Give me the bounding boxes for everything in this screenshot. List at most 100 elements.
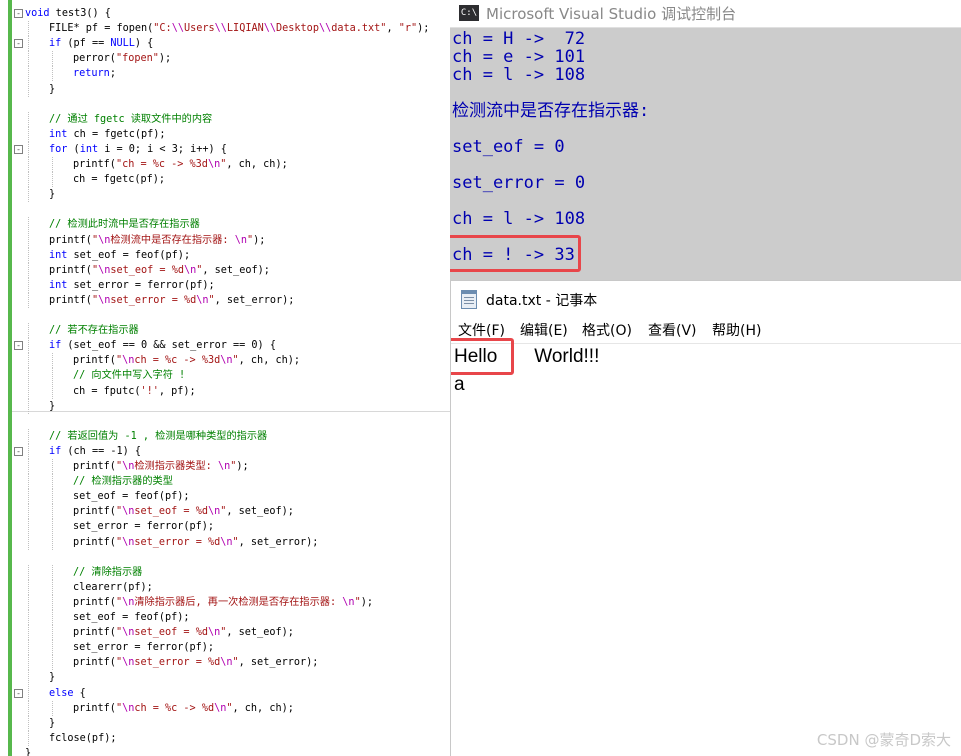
code-token: set_error = %d <box>110 294 197 306</box>
code-token: int <box>49 279 68 291</box>
code-token: printf( <box>49 264 92 276</box>
code-token: } <box>49 717 56 729</box>
console-titlebar: C:\ Microsoft Visual Studio 调试控制台 <box>450 0 961 28</box>
fold-toggle-icon[interactable]: - <box>14 9 23 18</box>
indent-guide <box>28 655 29 671</box>
notepad-title: data.txt - 记事本 <box>486 293 598 309</box>
code-line: printf("\nch = %c -> %3d\n", ch, ch); <box>0 353 450 369</box>
notepad-text-area[interactable]: Hello World!!! a <box>451 345 961 756</box>
code-token: \n <box>234 234 247 246</box>
fold-toggle-icon[interactable]: - <box>14 144 23 154</box>
code-text: printf("ch = %c -> %3d\n", ch, ch); <box>73 157 288 172</box>
code-editor[interactable]: - void test3() {FILE* pf = fopen("C:\\Use… <box>0 0 450 756</box>
indent-guide <box>28 428 29 444</box>
indent-guide <box>28 141 29 157</box>
fold-toggle-icon[interactable]: - <box>14 446 23 456</box>
code-token: i = 0; i < 3; i++) { <box>98 143 227 155</box>
indent-guide <box>52 489 53 505</box>
console-title: Microsoft Visual Studio 调试控制台 <box>486 5 737 23</box>
indent-guide <box>28 232 29 248</box>
code-token: 检测流中是否存在指示器: <box>110 234 235 246</box>
code-line: ch = fgetc(pf); <box>0 172 450 188</box>
code-token: if <box>49 38 62 50</box>
code-token: "fopen" <box>115 53 159 65</box>
menu-edit[interactable]: 编辑(E) <box>520 320 568 342</box>
code-text: // 检测此时流中是否存在指示器 <box>49 217 200 232</box>
indent-guide <box>52 625 53 641</box>
indent-guide <box>28 398 29 414</box>
fold-toggle-icon[interactable]: - <box>14 688 23 698</box>
code-token: printf( <box>73 536 116 548</box>
code-token: // 检测指示器的类型 <box>73 476 173 488</box>
code-text: printf("\nset_eof = %d\n", set_eof); <box>73 625 294 640</box>
indent-guide <box>28 610 29 625</box>
code-token: printf( <box>73 627 116 639</box>
indent-guide <box>28 383 29 399</box>
code-text: // 清除指示器 <box>73 565 142 580</box>
code-text: printf("\n检测指示器类型: \n"); <box>73 459 249 474</box>
code-token: "C: <box>153 23 172 35</box>
indent-guide <box>52 594 53 610</box>
menu-help[interactable]: 帮助(H) <box>712 320 761 342</box>
indent-guide <box>28 126 29 142</box>
code-token: printf( <box>73 596 116 608</box>
code-line: set_error = ferror(pf); <box>0 519 450 535</box>
code-token: \n <box>183 264 197 276</box>
highlight-console-result <box>450 235 581 272</box>
code-line: ch = fputc('!', pf); <box>0 383 450 399</box>
code-token: \n <box>122 506 135 518</box>
code-token: \n <box>220 536 233 548</box>
code-token: int <box>49 249 68 261</box>
fold-toggle-icon[interactable]: - <box>14 341 23 351</box>
code-token: \n <box>98 264 111 276</box>
code-token: \n <box>122 536 135 548</box>
code-token: for <box>49 143 68 155</box>
code-token: // 通过 fgetc 读取文件中的内容 <box>49 113 213 125</box>
code-token: \n <box>207 159 221 170</box>
code-token: , <box>386 23 399 35</box>
console-line: set_error = 0 <box>452 173 586 193</box>
fold-toggle-icon[interactable]: - <box>14 39 23 49</box>
notepad-icon <box>461 290 477 309</box>
indent-guide <box>52 368 53 384</box>
indent-guide <box>52 519 53 535</box>
code-token: int <box>79 143 99 155</box>
code-token: ); <box>360 596 373 608</box>
code-token: \\ <box>318 23 332 35</box>
indent-guide <box>28 700 29 716</box>
code-text: printf("\n清除指示器后, 再一次检测是否存在指示器: \n"); <box>73 595 373 610</box>
code-line: fclose(pf); <box>0 730 450 746</box>
code-token: 清除指示器后, 再一次检测是否存在指示器: <box>134 596 343 608</box>
code-line: // 向文件中写入字符 ! <box>0 368 450 384</box>
code-token: perror( <box>73 53 116 65</box>
indent-guide <box>28 111 29 127</box>
indent-guide <box>52 172 53 188</box>
code-token: Desktop <box>276 23 319 35</box>
indent-guide <box>28 579 29 595</box>
console-line: ch = e -> 101 <box>452 47 586 67</box>
code-token: \n <box>122 596 135 608</box>
code-line: set_eof = feof(pf); <box>0 489 450 505</box>
indent-guide <box>52 579 53 595</box>
menu-format[interactable]: 格式(O) <box>582 320 632 342</box>
code-line: - if (pf == NULL) { <box>0 36 450 52</box>
code-token: int <box>49 128 68 140</box>
code-token: LIQIAN <box>226 23 264 35</box>
code-text: return; <box>73 66 116 81</box>
indent-guide <box>28 368 29 384</box>
code-token: if <box>49 445 62 457</box>
code-token: ch = %c -> %3d <box>134 355 221 367</box>
code-token: // 若不存在指示器 <box>49 325 139 337</box>
menu-view[interactable]: 查看(V) <box>648 320 697 342</box>
indent-guide <box>28 81 29 97</box>
code-line: - if (set_eof == 0 && set_error == 0) { <box>0 338 450 354</box>
code-token: } <box>49 672 56 684</box>
code-token: set_error = ferror(pf); <box>67 279 215 291</box>
code-text: set_eof = feof(pf); <box>73 489 190 504</box>
code-text: // 若不存在指示器 <box>49 323 139 338</box>
console-line: ch = l -> 108 <box>452 65 586 85</box>
code-token: // 检测此时流中是否存在指示器 <box>49 219 200 231</box>
code-token: test3() { <box>49 8 111 19</box>
code-line: // 检测指示器的类型 <box>0 474 450 490</box>
